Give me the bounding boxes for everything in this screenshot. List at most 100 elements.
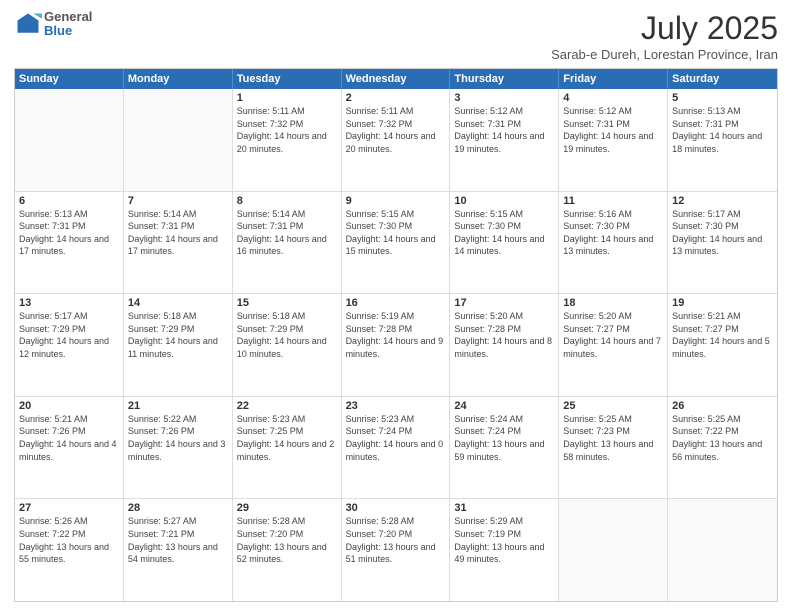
day-number: 6 (19, 195, 119, 207)
calendar-week-row: 1Sunrise: 5:11 AMSunset: 7:32 PMDaylight… (15, 89, 777, 191)
day-detail: Sunrise: 5:11 AMSunset: 7:32 PMDaylight:… (346, 105, 446, 155)
day-number: 25 (563, 400, 663, 412)
day-of-week-header: Tuesday (233, 69, 342, 89)
calendar-cell: 25Sunrise: 5:25 AMSunset: 7:23 PMDayligh… (559, 397, 668, 499)
day-number: 2 (346, 92, 446, 104)
day-detail: Sunrise: 5:18 AMSunset: 7:29 PMDaylight:… (237, 310, 337, 360)
calendar-cell: 27Sunrise: 5:26 AMSunset: 7:22 PMDayligh… (15, 499, 124, 601)
calendar-body: 1Sunrise: 5:11 AMSunset: 7:32 PMDaylight… (15, 89, 777, 601)
day-number: 11 (563, 195, 663, 207)
day-number: 26 (672, 400, 773, 412)
calendar-cell: 28Sunrise: 5:27 AMSunset: 7:21 PMDayligh… (124, 499, 233, 601)
day-number: 7 (128, 195, 228, 207)
calendar-cell: 17Sunrise: 5:20 AMSunset: 7:28 PMDayligh… (450, 294, 559, 396)
day-number: 31 (454, 502, 554, 514)
calendar-cell: 11Sunrise: 5:16 AMSunset: 7:30 PMDayligh… (559, 192, 668, 294)
calendar-cell: 14Sunrise: 5:18 AMSunset: 7:29 PMDayligh… (124, 294, 233, 396)
logo-icon (14, 10, 42, 38)
calendar-week-row: 27Sunrise: 5:26 AMSunset: 7:22 PMDayligh… (15, 498, 777, 601)
day-detail: Sunrise: 5:24 AMSunset: 7:24 PMDaylight:… (454, 413, 554, 463)
day-number: 10 (454, 195, 554, 207)
day-detail: Sunrise: 5:12 AMSunset: 7:31 PMDaylight:… (563, 105, 663, 155)
calendar-cell: 29Sunrise: 5:28 AMSunset: 7:20 PMDayligh… (233, 499, 342, 601)
day-number: 12 (672, 195, 773, 207)
day-detail: Sunrise: 5:23 AMSunset: 7:24 PMDaylight:… (346, 413, 446, 463)
calendar-cell (668, 499, 777, 601)
calendar-cell: 7Sunrise: 5:14 AMSunset: 7:31 PMDaylight… (124, 192, 233, 294)
calendar-cell: 2Sunrise: 5:11 AMSunset: 7:32 PMDaylight… (342, 89, 451, 191)
day-detail: Sunrise: 5:14 AMSunset: 7:31 PMDaylight:… (237, 208, 337, 258)
day-number: 17 (454, 297, 554, 309)
calendar-cell: 19Sunrise: 5:21 AMSunset: 7:27 PMDayligh… (668, 294, 777, 396)
calendar-cell: 30Sunrise: 5:28 AMSunset: 7:20 PMDayligh… (342, 499, 451, 601)
calendar-cell: 9Sunrise: 5:15 AMSunset: 7:30 PMDaylight… (342, 192, 451, 294)
day-detail: Sunrise: 5:23 AMSunset: 7:25 PMDaylight:… (237, 413, 337, 463)
day-detail: Sunrise: 5:20 AMSunset: 7:27 PMDaylight:… (563, 310, 663, 360)
title-area: July 2025 Sarab-e Dureh, Lorestan Provin… (551, 10, 778, 62)
header: General Blue July 2025 Sarab-e Dureh, Lo… (14, 10, 778, 62)
day-number: 20 (19, 400, 119, 412)
month-title: July 2025 (551, 10, 778, 47)
calendar-cell (15, 89, 124, 191)
day-detail: Sunrise: 5:14 AMSunset: 7:31 PMDaylight:… (128, 208, 228, 258)
calendar-cell: 10Sunrise: 5:15 AMSunset: 7:30 PMDayligh… (450, 192, 559, 294)
day-detail: Sunrise: 5:13 AMSunset: 7:31 PMDaylight:… (672, 105, 773, 155)
day-number: 27 (19, 502, 119, 514)
day-of-week-header: Saturday (668, 69, 777, 89)
calendar-cell: 13Sunrise: 5:17 AMSunset: 7:29 PMDayligh… (15, 294, 124, 396)
calendar-cell (124, 89, 233, 191)
day-number: 19 (672, 297, 773, 309)
logo-text: General Blue (44, 10, 92, 39)
day-detail: Sunrise: 5:29 AMSunset: 7:19 PMDaylight:… (454, 515, 554, 565)
calendar-cell: 18Sunrise: 5:20 AMSunset: 7:27 PMDayligh… (559, 294, 668, 396)
day-number: 9 (346, 195, 446, 207)
calendar-header: SundayMondayTuesdayWednesdayThursdayFrid… (15, 69, 777, 89)
day-detail: Sunrise: 5:15 AMSunset: 7:30 PMDaylight:… (346, 208, 446, 258)
calendar-cell: 22Sunrise: 5:23 AMSunset: 7:25 PMDayligh… (233, 397, 342, 499)
day-detail: Sunrise: 5:11 AMSunset: 7:32 PMDaylight:… (237, 105, 337, 155)
calendar-cell: 4Sunrise: 5:12 AMSunset: 7:31 PMDaylight… (559, 89, 668, 191)
day-number: 23 (346, 400, 446, 412)
day-detail: Sunrise: 5:27 AMSunset: 7:21 PMDaylight:… (128, 515, 228, 565)
calendar-cell: 8Sunrise: 5:14 AMSunset: 7:31 PMDaylight… (233, 192, 342, 294)
location-subtitle: Sarab-e Dureh, Lorestan Province, Iran (551, 47, 778, 62)
calendar-cell: 6Sunrise: 5:13 AMSunset: 7:31 PMDaylight… (15, 192, 124, 294)
day-number: 24 (454, 400, 554, 412)
day-number: 15 (237, 297, 337, 309)
day-of-week-header: Monday (124, 69, 233, 89)
day-of-week-header: Friday (559, 69, 668, 89)
page: General Blue July 2025 Sarab-e Dureh, Lo… (0, 0, 792, 612)
day-detail: Sunrise: 5:17 AMSunset: 7:30 PMDaylight:… (672, 208, 773, 258)
day-number: 22 (237, 400, 337, 412)
calendar-cell: 3Sunrise: 5:12 AMSunset: 7:31 PMDaylight… (450, 89, 559, 191)
day-detail: Sunrise: 5:20 AMSunset: 7:28 PMDaylight:… (454, 310, 554, 360)
day-number: 16 (346, 297, 446, 309)
day-of-week-header: Sunday (15, 69, 124, 89)
day-detail: Sunrise: 5:19 AMSunset: 7:28 PMDaylight:… (346, 310, 446, 360)
day-number: 1 (237, 92, 337, 104)
day-detail: Sunrise: 5:16 AMSunset: 7:30 PMDaylight:… (563, 208, 663, 258)
day-detail: Sunrise: 5:15 AMSunset: 7:30 PMDaylight:… (454, 208, 554, 258)
day-number: 5 (672, 92, 773, 104)
calendar-cell: 23Sunrise: 5:23 AMSunset: 7:24 PMDayligh… (342, 397, 451, 499)
day-detail: Sunrise: 5:25 AMSunset: 7:23 PMDaylight:… (563, 413, 663, 463)
day-number: 21 (128, 400, 228, 412)
calendar-cell: 12Sunrise: 5:17 AMSunset: 7:30 PMDayligh… (668, 192, 777, 294)
calendar-cell: 1Sunrise: 5:11 AMSunset: 7:32 PMDaylight… (233, 89, 342, 191)
day-detail: Sunrise: 5:18 AMSunset: 7:29 PMDaylight:… (128, 310, 228, 360)
calendar-week-row: 13Sunrise: 5:17 AMSunset: 7:29 PMDayligh… (15, 293, 777, 396)
day-detail: Sunrise: 5:28 AMSunset: 7:20 PMDaylight:… (346, 515, 446, 565)
day-detail: Sunrise: 5:13 AMSunset: 7:31 PMDaylight:… (19, 208, 119, 258)
logo: General Blue (14, 10, 92, 39)
calendar: SundayMondayTuesdayWednesdayThursdayFrid… (14, 68, 778, 602)
calendar-cell: 5Sunrise: 5:13 AMSunset: 7:31 PMDaylight… (668, 89, 777, 191)
logo-blue: Blue (44, 24, 92, 38)
day-detail: Sunrise: 5:22 AMSunset: 7:26 PMDaylight:… (128, 413, 228, 463)
day-number: 28 (128, 502, 228, 514)
day-number: 18 (563, 297, 663, 309)
day-detail: Sunrise: 5:21 AMSunset: 7:26 PMDaylight:… (19, 413, 119, 463)
day-number: 3 (454, 92, 554, 104)
calendar-week-row: 20Sunrise: 5:21 AMSunset: 7:26 PMDayligh… (15, 396, 777, 499)
day-number: 4 (563, 92, 663, 104)
calendar-cell (559, 499, 668, 601)
